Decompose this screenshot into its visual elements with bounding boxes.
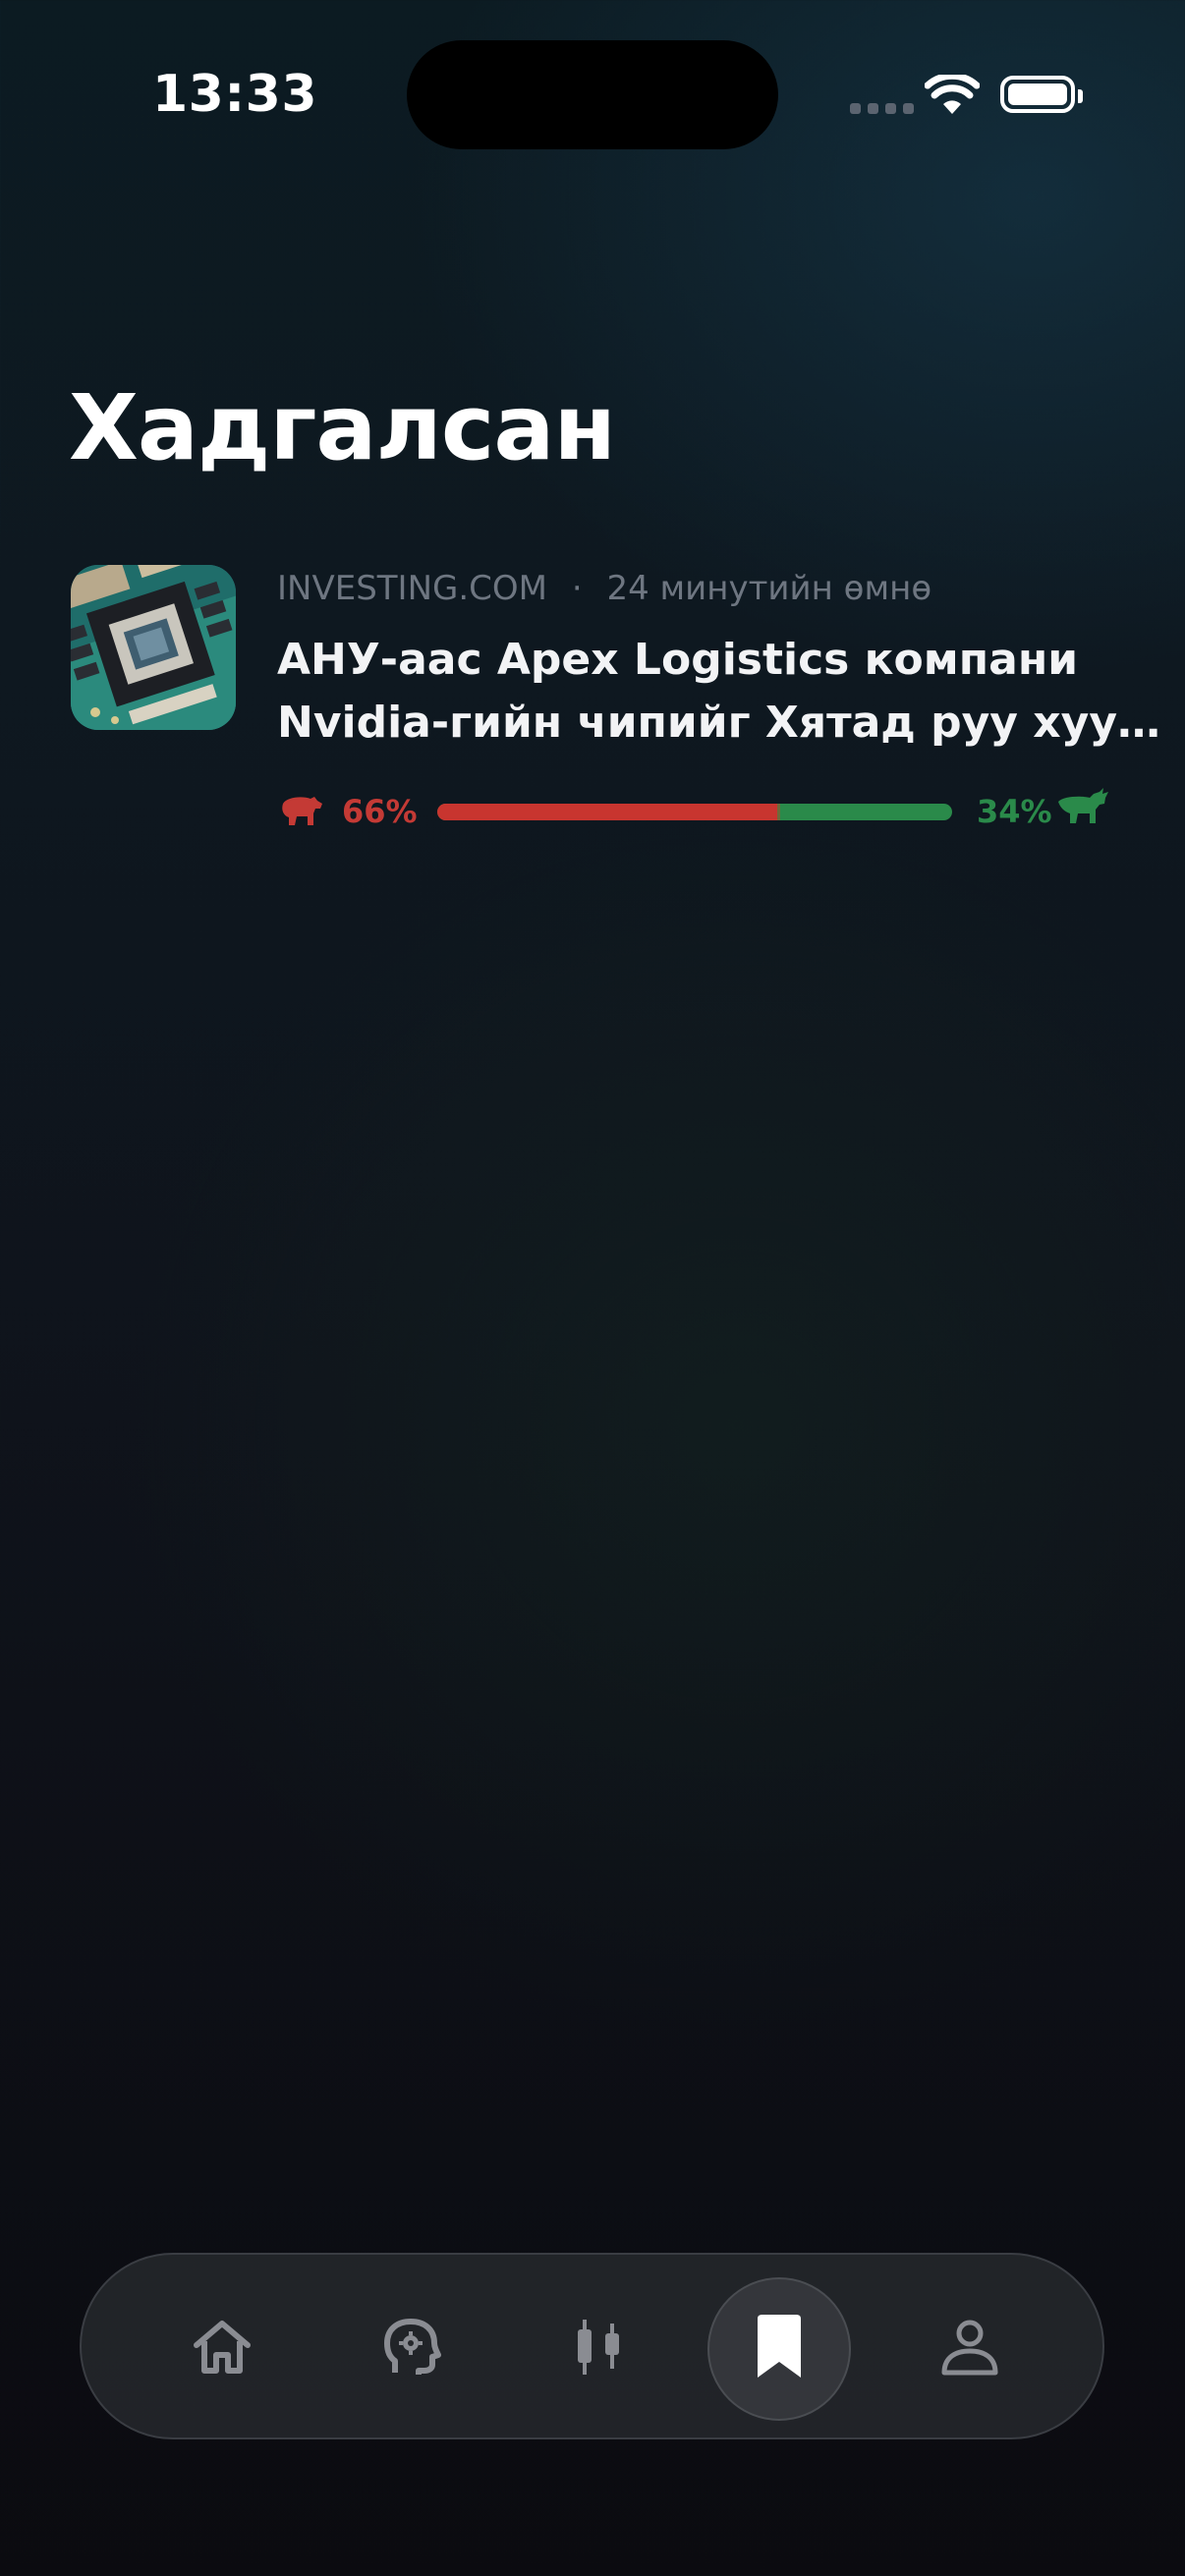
bearish-fill xyxy=(437,804,780,820)
bull-icon xyxy=(1056,788,1111,831)
head-gear-icon xyxy=(379,2316,442,2382)
article-source: INVESTING.COM xyxy=(277,569,548,608)
battery-icon xyxy=(1000,76,1083,113)
headline-line-2: Nvidia-гийн чипийг Хятад руу хууль... xyxy=(277,698,1185,748)
tab-saved[interactable] xyxy=(707,2277,851,2421)
article-headline[interactable]: АНУ-аас Apex Logistics компани Nvidia-ги… xyxy=(277,629,1185,755)
person-icon xyxy=(938,2316,1001,2382)
article-thumbnail xyxy=(71,565,236,730)
dynamic-island xyxy=(407,40,778,149)
tab-profile[interactable] xyxy=(898,2277,1042,2421)
article-time: 24 минутийн өмнө xyxy=(606,569,932,608)
bookmark-icon xyxy=(748,2313,811,2385)
tab-ai[interactable] xyxy=(339,2277,482,2421)
sentiment-bar xyxy=(437,804,952,820)
candlestick-icon xyxy=(568,2316,631,2382)
page-title: Хадгалсан xyxy=(69,375,616,480)
status-time: 13:33 xyxy=(152,65,318,124)
tab-home[interactable] xyxy=(150,2277,294,2421)
tab-bar xyxy=(80,2253,1104,2439)
wifi-icon xyxy=(924,72,981,120)
bearish-percent: 66% xyxy=(342,793,418,830)
sentiment-meter: 66% 34% xyxy=(277,786,1185,835)
tab-market[interactable] xyxy=(528,2277,671,2421)
headline-line-1: АНУ-аас Apex Logistics компани xyxy=(277,635,1079,685)
cellular-signal-icon xyxy=(850,103,914,114)
saved-article-card[interactable]: INVESTING.COM · 24 минутийн өмнө АНУ-аас… xyxy=(71,565,1185,840)
bullish-percent: 34% xyxy=(977,793,1052,830)
home-icon xyxy=(191,2316,254,2382)
article-meta: INVESTING.COM · 24 минутийн өмнө xyxy=(277,569,931,608)
meta-separator: · xyxy=(571,569,583,608)
bear-icon xyxy=(277,794,324,831)
